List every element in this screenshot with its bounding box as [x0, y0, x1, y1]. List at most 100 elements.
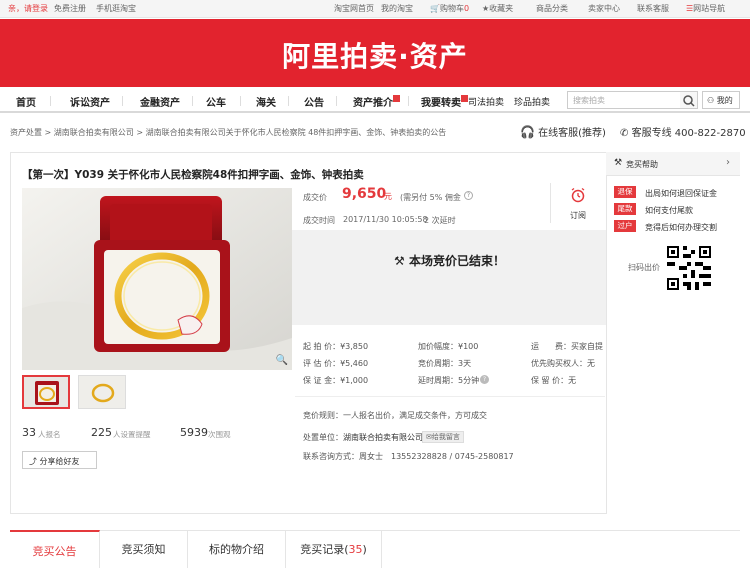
- contact-info: 联系咨询方式：周女士 13552328828 / 0745-2580817: [303, 452, 514, 461]
- phone-icon: ✆: [620, 128, 629, 139]
- tab-item-intro[interactable]: 标的物介绍: [188, 530, 286, 568]
- login-link[interactable]: 亲，请登录: [8, 3, 48, 14]
- nav-treasures[interactable]: 珍品拍卖: [514, 95, 550, 108]
- support-link[interactable]: 联系客服: [637, 3, 669, 14]
- share-button[interactable]: ⤴ 分享给好友: [22, 451, 97, 469]
- qr-label: 扫码出价: [628, 263, 660, 272]
- bid-rules: 竞价规则：一人报名出价，满足成交条件，方可成交: [303, 411, 487, 420]
- bid-period: 竞价周期：3天: [418, 359, 472, 368]
- cart-link[interactable]: 🛒购物车0: [430, 3, 469, 14]
- transfer-tag: 过户: [614, 220, 636, 232]
- subscribe-button[interactable]: 订阅: [550, 183, 606, 223]
- nav-litigation[interactable]: 诉讼资产: [70, 94, 110, 109]
- reminder-count: 225: [91, 426, 112, 439]
- nav-divider: [408, 96, 409, 106]
- brand-logo[interactable]: 阿里拍卖·资产: [0, 35, 750, 75]
- nav-divider: [336, 96, 337, 106]
- auction-ended-text: 本场竞价已结束！: [408, 254, 505, 268]
- chevron-right-icon: ›: [726, 157, 730, 168]
- balance-tag: 尾款: [614, 203, 636, 215]
- help-refund-link[interactable]: 出局如何退回保证金: [645, 188, 717, 199]
- new-badge-icon: [393, 95, 400, 102]
- nav-divider: [50, 96, 51, 106]
- view-count: 5939: [180, 426, 208, 439]
- nav-judicial[interactable]: 司法拍卖: [468, 95, 504, 108]
- nav-customs[interactable]: 海关: [256, 94, 276, 109]
- search-button[interactable]: [680, 91, 698, 109]
- deposit: 保 证 金：¥1,000: [303, 376, 369, 385]
- zoom-icon[interactable]: 🔍: [276, 355, 288, 366]
- mobile-link[interactable]: 手机逛淘宝: [96, 3, 136, 14]
- price-unit: 元: [384, 192, 392, 201]
- nav-vehicles[interactable]: 公车: [206, 94, 226, 109]
- divider: [295, 396, 605, 397]
- thumbnail-1[interactable]: [22, 375, 70, 409]
- shipping: 运 费：买家自提: [531, 342, 603, 351]
- commission-note: (需另付 5% 佣金: [400, 193, 461, 202]
- favorites-link[interactable]: ★收藏夹: [482, 3, 513, 14]
- disposer-name[interactable]: 湖南联合拍卖有限公司: [343, 432, 423, 443]
- my-taobao-link[interactable]: 我的淘宝: [381, 3, 413, 14]
- share-icon: ⤴: [29, 457, 37, 466]
- nav-notices[interactable]: 公告: [304, 94, 324, 109]
- thumbnail-image: [79, 376, 125, 408]
- thumbnail-2[interactable]: [78, 375, 126, 409]
- info-icon[interactable]: ?: [464, 191, 473, 200]
- signup-count: 33: [22, 426, 36, 439]
- search-icon: [683, 95, 695, 107]
- user-icon: ⚇: [707, 96, 715, 105]
- help-header[interactable]: ⚒ 竞买帮助 ›: [606, 152, 740, 176]
- tab-rules[interactable]: 竞买须知: [100, 530, 188, 568]
- gavel-icon: ⚒: [614, 158, 623, 168]
- lot-title: 【第一次】Y039 关于怀化市人民检察院48件扣押字画、金饰、钟表拍卖: [22, 169, 364, 181]
- nav-resell[interactable]: 我要转卖: [421, 94, 461, 109]
- hotline: ✆ 客服专线 400-822-2870: [620, 128, 746, 139]
- priority-buyer: 优先购买权人：无: [531, 359, 595, 368]
- breadcrumb[interactable]: 资产处置 > 湖南联合拍卖有限公司 > 湖南联合拍卖有限公司关于怀化市人民检察院…: [10, 127, 446, 138]
- reminder-label: 人设置提醒: [113, 430, 151, 439]
- refund-tag: 退保: [614, 186, 636, 198]
- nav-asset-promo[interactable]: 资产推介: [353, 94, 393, 109]
- delay-period: 延时周期：5分钟: [418, 376, 480, 385]
- sitemap-link[interactable]: ☰网站导航: [686, 3, 725, 14]
- nav-home[interactable]: 首页: [16, 94, 36, 109]
- thumbnail-image: [24, 377, 68, 407]
- help-icon[interactable]: ?: [480, 375, 489, 384]
- eval-price: 评 估 价：¥5,460: [303, 359, 369, 368]
- nav-divider: [192, 96, 193, 106]
- nav-finance[interactable]: 金融资产: [140, 94, 180, 109]
- alarm-clock-icon: [571, 187, 585, 203]
- tab-notice[interactable]: 竞买公告: [10, 530, 100, 568]
- reserve-price: 保 留 价：无: [531, 376, 577, 385]
- deal-price-label: 成交价: [303, 193, 327, 202]
- help-transfer-link[interactable]: 竞得后如何办理交割: [645, 222, 717, 233]
- register-link[interactable]: 免费注册: [54, 3, 86, 14]
- qr-code-icon[interactable]: [667, 246, 711, 290]
- auction-ended-box: ⚒ 本场竞价已结束！: [292, 230, 607, 325]
- help-balance-link[interactable]: 如何支付尾款: [645, 205, 693, 216]
- tab-bid-records[interactable]: 竞买记录(35): [286, 530, 382, 568]
- signup-label: 人报名: [38, 430, 61, 439]
- nav-divider: [122, 96, 123, 106]
- message-button[interactable]: ✉给我留言: [422, 431, 464, 443]
- delay-count: 2 次延时: [424, 216, 456, 225]
- my-account-button[interactable]: ⚇ 我的: [702, 91, 740, 109]
- top-bar: 亲，请登录 免费注册 手机逛淘宝 淘宝网首页 我的淘宝 🛒购物车0 ★收藏夹 商…: [0, 0, 750, 18]
- seller-center-link[interactable]: 卖家中心: [588, 3, 620, 14]
- categories-link[interactable]: 商品分类: [536, 3, 568, 14]
- search-input[interactable]: 搜索拍卖: [567, 91, 681, 109]
- nav-divider: [288, 96, 289, 106]
- deal-price: 9,650: [342, 186, 387, 202]
- start-price: 起 拍 价：¥3,850: [303, 342, 369, 351]
- increment: 加价幅度：¥100: [418, 342, 479, 351]
- lot-main-photo[interactable]: 🔍: [22, 188, 292, 370]
- online-service-link[interactable]: 🎧 在线客服(推荐): [520, 124, 606, 139]
- deal-time-label: 成交时间: [303, 216, 335, 225]
- brand-banner: 阿里拍卖·资产: [0, 19, 750, 87]
- view-label: 次围观: [208, 430, 231, 439]
- gavel-icon: ⚒: [394, 254, 405, 268]
- nav-divider: [240, 96, 241, 106]
- taobao-home-link[interactable]: 淘宝网首页: [334, 3, 374, 14]
- deal-time: 2017/11/30 10:05:58: [343, 215, 428, 224]
- disposer-label: 处置单位：: [303, 433, 343, 442]
